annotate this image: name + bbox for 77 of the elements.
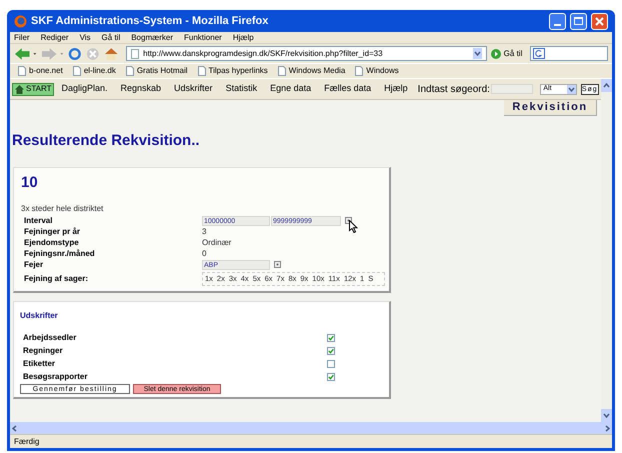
page-heading: Resulterende Rekvisition.. (11, 131, 201, 151)
address-field[interactable]: http://www.danskprogramdesign.dk/SKF/rekvisition.php?filter_id=33 (126, 46, 487, 61)
scroll-left-icon[interactable] (12, 424, 17, 432)
checkbox[interactable] (327, 334, 335, 342)
field-value: Ordinær (202, 236, 232, 248)
option-label: Etiketter (23, 358, 56, 370)
window-title: SKF Administrations-System - Mozilla Firefox (31, 14, 270, 29)
bookmark-link[interactable]: el-line.dk (72, 65, 116, 77)
field-label: Ejendomstype (24, 236, 80, 248)
close-button[interactable] (591, 12, 608, 30)
vertical-scrollbar[interactable] (601, 79, 612, 422)
checkbox[interactable] (327, 372, 335, 380)
page-icon (72, 66, 81, 76)
description-text: 3x steder hele distriktet (21, 203, 104, 215)
home-icon[interactable] (104, 46, 118, 60)
search-field[interactable] (530, 46, 608, 61)
page-icon (278, 66, 286, 76)
nav-link[interactable]: DagligPlan. (61, 82, 108, 96)
scroll-down-icon[interactable] (603, 413, 610, 418)
field-label: Fejningsnr./måned (24, 248, 96, 260)
help-icon[interactable] (345, 217, 352, 224)
house-icon (15, 84, 24, 94)
menu-item[interactable]: Rediger (40, 32, 69, 44)
scroll-up-icon[interactable] (603, 83, 610, 88)
checkbox[interactable] (327, 360, 335, 368)
menu-item[interactable]: Vis (80, 32, 91, 44)
dropdown-arrow-icon[interactable] (566, 84, 576, 94)
search-label: Indtast søgeord: (418, 82, 490, 96)
back-arrow-icon[interactable] (14, 46, 38, 60)
search-engine-icon[interactable] (533, 48, 546, 59)
bookmark-link[interactable]: b-one.net (18, 65, 63, 77)
horizontal-scrollbar[interactable] (10, 422, 612, 434)
field-value: 3 (202, 226, 206, 238)
status-text: Færdig (14, 436, 40, 448)
nav-link[interactable]: Fælles data (324, 82, 372, 96)
nav-link[interactable]: Hjælp (384, 82, 408, 96)
start-button[interactable]: START (12, 82, 54, 96)
nav-link[interactable]: Udskrifter (174, 82, 213, 96)
checkmark-icon (328, 348, 334, 354)
option-label: Arbejdssedler (23, 332, 78, 344)
browser-logo-icon (14, 14, 27, 28)
menu-item[interactable]: Funktioner (184, 32, 222, 44)
bookmark-link[interactable]: Tilpas hyperlinks (198, 65, 268, 77)
option-label: Regninger (23, 344, 64, 356)
maximize-button[interactable] (570, 12, 587, 30)
field-label: Interval (24, 214, 54, 226)
go-button[interactable]: Gå til (490, 48, 522, 60)
close-icon (595, 16, 604, 26)
field-value: 0 (202, 248, 206, 260)
menu-item[interactable]: Gå til (102, 32, 120, 44)
menu-item[interactable]: Bogmærker (131, 32, 174, 44)
bookmark-link[interactable]: Windows (355, 65, 399, 77)
bookmark-link[interactable]: Gratis Hotmail (126, 65, 188, 77)
page-icon (355, 66, 364, 76)
nav-link[interactable]: Regnskab (120, 82, 162, 96)
checkbox[interactable] (327, 346, 335, 354)
section-title: Udskrifter (20, 310, 59, 322)
menu-item[interactable]: Filer (14, 32, 30, 44)
bookmark-link[interactable]: Windows Media (278, 65, 346, 77)
play-icon (490, 48, 501, 58)
checkmark-icon (328, 334, 334, 340)
option-label: Besøgsrapporter (23, 370, 88, 382)
checkmark-icon (328, 374, 334, 380)
field-label: Fejning af sager: (24, 273, 90, 285)
mouse-pointer-icon (349, 220, 358, 233)
nav-link[interactable]: Egne data (270, 82, 312, 96)
minimize-button[interactable] (549, 12, 566, 30)
menu-item[interactable]: Hjælp (232, 32, 254, 44)
keyword-field[interactable] (490, 84, 534, 94)
requisition-number: 10 (21, 172, 39, 192)
field-label: Fejninger pr år (24, 226, 82, 238)
scroll-right-icon[interactable] (605, 424, 610, 432)
field-label: Fejer (24, 258, 44, 270)
reload-icon[interactable] (68, 46, 82, 60)
page-icon (18, 66, 26, 76)
nav-link[interactable]: Statistik (226, 82, 258, 96)
page-icon (198, 66, 206, 76)
